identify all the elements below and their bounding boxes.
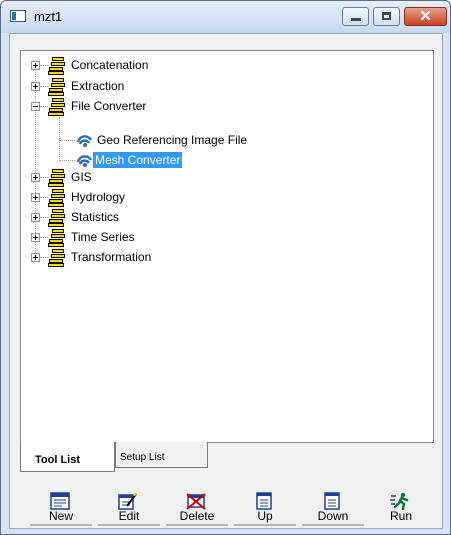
folder-stack-icon	[48, 98, 65, 116]
run-button[interactable]: Run	[370, 488, 432, 526]
maximize-button[interactable]	[373, 7, 400, 26]
tree-connector-horizontal	[40, 237, 48, 238]
down-button[interactable]: Down	[302, 488, 364, 526]
expand-icon[interactable]	[31, 213, 40, 222]
tree-connector-horizontal	[40, 86, 48, 87]
tree-item-label: GIS	[71, 170, 92, 184]
folder-stack-icon	[48, 189, 65, 207]
tree-connector-vertical	[59, 117, 60, 161]
edit-button-label: Edit	[118, 509, 140, 523]
tree-item-label: Concatenation	[71, 58, 149, 72]
move-down-icon	[324, 492, 340, 510]
down-button-label: Down	[317, 509, 349, 523]
new-button[interactable]: New	[30, 488, 92, 526]
move-up-icon	[256, 492, 272, 510]
expand-icon[interactable]	[31, 173, 40, 182]
close-button[interactable]: ✕	[404, 7, 447, 26]
tree-connector-horizontal	[40, 177, 48, 178]
folder-stack-icon	[48, 78, 65, 96]
new-button-label: New	[48, 509, 73, 523]
tree-connector-horizontal	[40, 106, 48, 107]
tree-connector-horizontal	[59, 160, 75, 161]
tree-item-label: File Converter	[71, 99, 147, 113]
app-icon[interactable]	[10, 10, 26, 22]
tree-item-label: Statistics	[71, 210, 120, 224]
tree-item-label-selected: Mesh Converter	[93, 152, 183, 168]
close-icon: ✕	[419, 8, 432, 25]
delete-button-label: Delete	[179, 509, 215, 523]
edit-button[interactable]: Edit	[98, 488, 160, 526]
up-button-label: Up	[257, 509, 273, 523]
app-window: mzt1 ✕ Concatenation Extraction File Con…	[0, 0, 451, 535]
collapse-icon[interactable]	[31, 102, 40, 111]
delete-document-icon	[186, 493, 206, 510]
delete-button[interactable]: Delete	[166, 488, 228, 526]
folder-stack-icon	[48, 57, 65, 75]
minimize-icon	[351, 18, 361, 21]
title-bar[interactable]: mzt1 ✕	[1, 1, 450, 33]
tool-tree[interactable]: Concatenation Extraction File Converter	[20, 50, 434, 443]
tool-icon	[76, 155, 93, 167]
expand-icon[interactable]	[31, 193, 40, 202]
edit-document-icon	[118, 492, 137, 510]
minimize-button[interactable]	[342, 7, 369, 26]
up-button[interactable]: Up	[234, 488, 296, 526]
folder-stack-icon	[48, 169, 65, 187]
expand-icon[interactable]	[31, 253, 40, 262]
tree-connector-horizontal	[40, 217, 48, 218]
window-title: mzt1	[34, 9, 63, 24]
tree-connector-horizontal	[40, 65, 48, 66]
tree-item-label: Extraction	[71, 79, 125, 93]
tree-connector-horizontal	[59, 140, 75, 141]
folder-stack-icon	[48, 229, 65, 247]
run-button-label: Run	[389, 509, 412, 523]
tree-connector-horizontal	[40, 197, 48, 198]
tree-connector-horizontal	[40, 257, 48, 258]
new-document-icon	[50, 492, 70, 510]
expand-icon[interactable]	[31, 82, 40, 91]
tab-setup-list[interactable]: Setup List	[115, 442, 208, 468]
action-toolbar: New Edit Delete Up Down Run	[30, 488, 440, 530]
folder-stack-icon	[48, 249, 65, 267]
tab-tool-list[interactable]: Tool List	[20, 442, 115, 472]
maximize-icon	[382, 12, 391, 20]
folder-stack-icon	[48, 209, 65, 227]
tree-item-label: Geo Referencing Image File	[97, 133, 248, 147]
expand-icon[interactable]	[31, 61, 40, 70]
tree-item-label: Hydrology	[71, 190, 126, 204]
tree-item-label: Time Series	[71, 230, 135, 244]
expand-icon[interactable]	[31, 233, 40, 242]
tree-connector-vertical	[35, 65, 36, 257]
run-icon	[390, 492, 409, 510]
tool-icon	[76, 135, 93, 147]
tree-item-label: Transformation	[71, 250, 152, 264]
client-area: Concatenation Extraction File Converter	[9, 33, 443, 529]
